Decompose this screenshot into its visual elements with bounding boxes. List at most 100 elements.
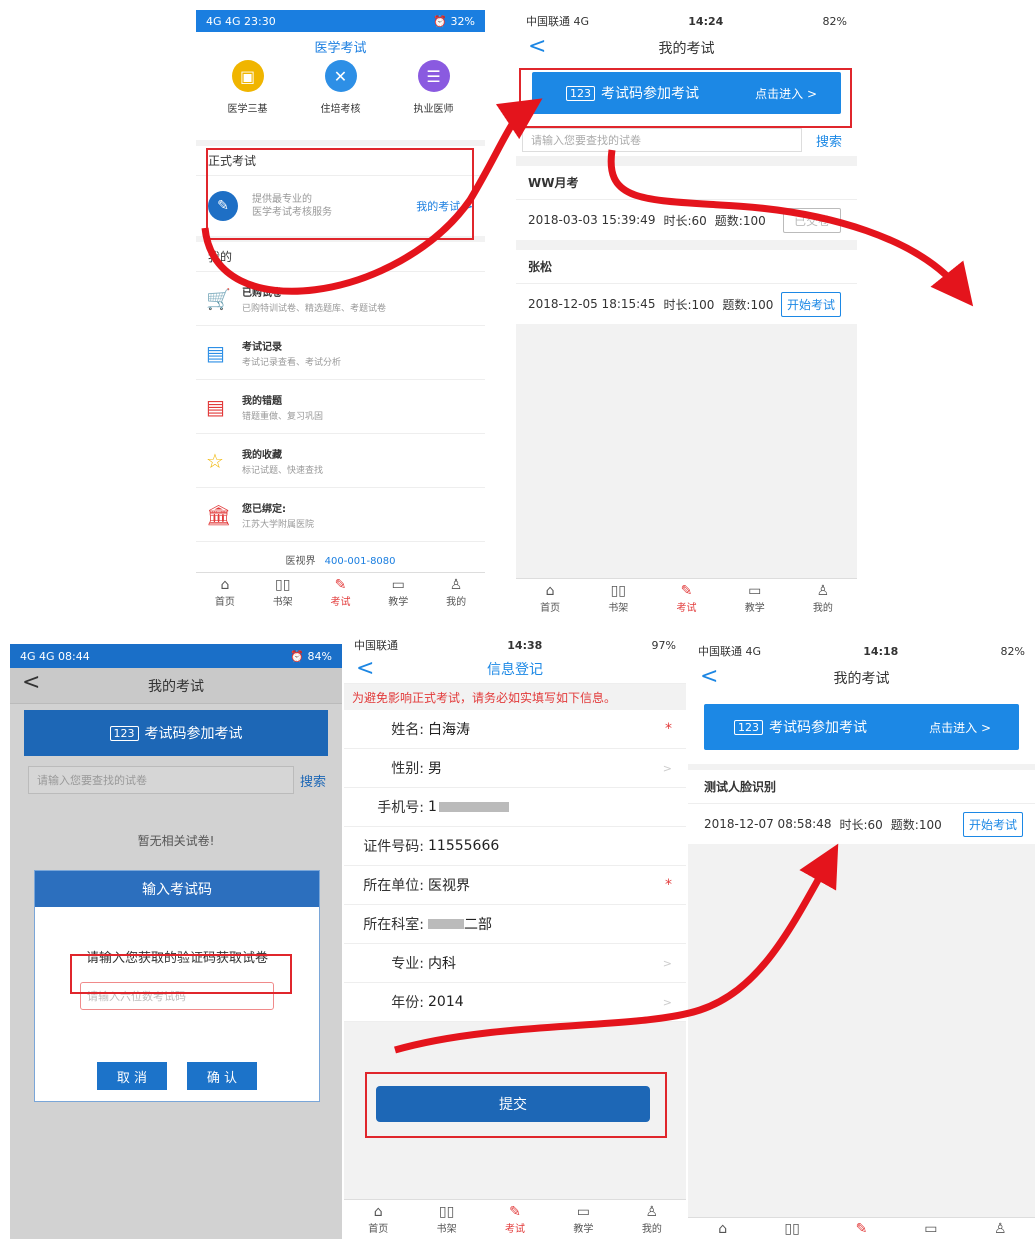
- field-unit[interactable]: 所在单位: 医视界 *: [344, 866, 686, 905]
- empty-message: 暂无相关试卷!: [137, 834, 215, 848]
- tab-shelf[interactable]: ▯▯ 书架: [254, 573, 312, 612]
- tab-mine[interactable]: ♙ 我的: [618, 1200, 686, 1239]
- back-icon[interactable]: <: [700, 664, 718, 689]
- battery: 82%: [822, 14, 847, 28]
- tab-home[interactable]: ⌂ 首页: [344, 1200, 412, 1239]
- exam-date: 2018-12-05 18:15:45: [528, 297, 656, 311]
- field-year[interactable]: 年份: 2014 >: [344, 983, 686, 1022]
- user-icon: ♙: [816, 583, 830, 599]
- exam-name: WW月考: [516, 166, 857, 200]
- form: 姓名: 白海涛 * 性别: 男 > 手机号: 1 证件号码: 11555666 所在单位: 医…: [344, 710, 686, 1022]
- home-icon: ⌂: [220, 577, 230, 593]
- category-sanji[interactable]: ▣ 医学三基: [213, 60, 283, 140]
- nav-bar: < 信息登记: [344, 654, 686, 684]
- tab-teach[interactable]: ▭ 教学: [721, 579, 789, 618]
- code-input[interactable]: 请输入六位数考试码: [80, 982, 274, 1010]
- item-title: 考试记录: [242, 341, 282, 353]
- edit-icon: ✎: [509, 1204, 521, 1220]
- sanji-icon: ▣: [231, 60, 264, 92]
- status-bar: 中国联通 4G 14:18 82%: [688, 640, 1035, 662]
- search-input[interactable]: 请输入您要查找的试卷: [522, 128, 802, 152]
- status-right: ⏰ 84%: [290, 649, 332, 663]
- submit-button[interactable]: 提交: [376, 1086, 650, 1122]
- my-exam-link[interactable]: 我的考试 >: [416, 198, 473, 214]
- status-bar: 中国联通 4G 14:24 82%: [516, 10, 857, 32]
- tab-mine[interactable]: ♙: [966, 1218, 1035, 1239]
- field-gender[interactable]: 性别: 男 >: [344, 749, 686, 788]
- tab-home[interactable]: ⌂ 首页: [516, 579, 584, 618]
- chevron-right-icon: >: [662, 761, 672, 775]
- field-phone[interactable]: 手机号: 1: [344, 788, 686, 827]
- field-value: 1: [428, 799, 437, 815]
- tab-label: 书架: [272, 597, 293, 608]
- category-label: 医学三基: [227, 104, 268, 115]
- chevron-right-icon: >: [662, 956, 672, 970]
- my-exam-entry[interactable]: ✎ 提供最专业的 医学考试考核服务 我的考试 >: [196, 176, 485, 242]
- search-button[interactable]: 搜索: [300, 771, 326, 790]
- tab-mine[interactable]: ♙ 我的: [789, 579, 857, 618]
- exam-duration: 时长:60: [663, 213, 707, 228]
- exam-card: 张松 2018-12-05 18:15:45 时长:100 题数:100 开始考…: [516, 250, 857, 324]
- field-major[interactable]: 专业: 内科 >: [344, 944, 686, 983]
- status-bar: 4G 4G 08:44 ⏰ 84%: [10, 644, 342, 668]
- time: 14:38: [507, 638, 543, 652]
- exam-code-button[interactable]: 123 考试码参加考试: [24, 710, 328, 756]
- tab-shelf[interactable]: ▯▯: [757, 1218, 826, 1239]
- exam-code-button[interactable]: 123 考试码参加考试 点击进入 >: [704, 704, 1019, 750]
- page-title: 我的考试: [833, 671, 890, 687]
- tab-teach[interactable]: ▭ 教学: [549, 1200, 617, 1239]
- tab-teach[interactable]: ▭ 教学: [369, 573, 427, 612]
- back-icon[interactable]: <: [528, 34, 546, 59]
- search-input[interactable]: 请输入您要查找的试卷: [28, 766, 294, 794]
- warning-text: 为避免影响正式考试，请务必如实填写如下信息。: [352, 690, 617, 705]
- list-item-records[interactable]: ▤ 考试记录 考试记录查看、考试分析: [196, 326, 485, 380]
- tab-bar: ⌂ 首页 ▯▯ 书架 ✎ 考试 ▭ 教学 ♙ 我的: [196, 572, 485, 612]
- exam-code-button[interactable]: 123 考试码参加考试 点击进入 >: [532, 72, 841, 114]
- tab-mine[interactable]: ♙ 我的: [427, 573, 485, 612]
- code-area: 123 考试码参加考试 点击进入 >: [516, 64, 857, 124]
- back-icon[interactable]: <: [22, 670, 40, 695]
- time: 14:24: [688, 14, 724, 28]
- exam-date: 2018-03-03 15:39:49: [528, 213, 656, 227]
- code-dialog: 输入考试码 请输入您获取的验证码获取试卷 请输入六位数考试码 取 消 确 认: [34, 870, 320, 1102]
- search-button[interactable]: 搜索: [816, 131, 842, 150]
- back-icon[interactable]: <: [356, 656, 374, 681]
- hotline-number[interactable]: 400-001-8080: [325, 556, 396, 567]
- home-icon: ⌂: [373, 1204, 383, 1220]
- code-btn-label: 考试码参加考试: [769, 720, 867, 736]
- field-name[interactable]: 姓名: 白海涛 *: [344, 710, 686, 749]
- list-item-bound[interactable]: 🏛 您已绑定: 江苏大学附属医院: [196, 488, 485, 542]
- list-item-purchased[interactable]: 🛒 已购试卷 已购特训试卷、精选题库、考题试卷: [196, 272, 485, 326]
- tab-home[interactable]: ⌂: [688, 1218, 757, 1239]
- tab-shelf[interactable]: ▯▯ 书架: [412, 1200, 480, 1239]
- cancel-button[interactable]: 取 消: [97, 1062, 167, 1090]
- start-exam-button[interactable]: 开始考试: [780, 291, 841, 317]
- field-id[interactable]: 证件号码: 11555666: [344, 827, 686, 866]
- tab-home[interactable]: ⌂ 首页: [196, 573, 254, 612]
- item-desc: 考试记录查看、考试分析: [242, 357, 342, 368]
- tab-exam[interactable]: ✎ 考试: [481, 1200, 549, 1239]
- tab-exam[interactable]: ✎ 考试: [312, 573, 370, 612]
- wrong-icon: ▤: [206, 394, 225, 419]
- confirm-button[interactable]: 确 认: [187, 1062, 257, 1090]
- category-zhupei[interactable]: ✕ 住培考核: [306, 60, 376, 140]
- field-label: 性别:: [391, 761, 424, 777]
- edit-icon: ✎: [334, 577, 347, 593]
- list-item-wrong[interactable]: ▤ 我的错题 错题重做、复习巩固: [196, 380, 485, 434]
- list-item-favorites[interactable]: ☆ 我的收藏 标记试题、快速查找: [196, 434, 485, 488]
- tab-teach[interactable]: ▭: [896, 1218, 965, 1239]
- code-area: 123 考试码参加考试: [10, 704, 342, 762]
- exam-name: 张松: [516, 250, 857, 284]
- submitted-badge: 已交卷: [782, 207, 841, 233]
- start-exam-button[interactable]: 开始考试: [962, 811, 1023, 837]
- exam-name: 测试人脸识别: [688, 770, 1035, 804]
- tab-exam[interactable]: ✎ 考试: [652, 579, 720, 618]
- tab-exam[interactable]: ✎: [827, 1218, 896, 1239]
- formal-exam-header: 正式考试: [196, 146, 485, 176]
- screen-my-exam: 中国联通 4G 14:24 82% < 我的考试 123 考试码参加考试 点击进…: [516, 10, 857, 618]
- item-desc: 标记试题、快速查找: [242, 465, 324, 476]
- category-zhiye[interactable]: ☰ 执业医师: [399, 60, 469, 140]
- tab-shelf[interactable]: ▯▯ 书架: [584, 579, 652, 618]
- field-dept[interactable]: 所在科室: 二部: [344, 905, 686, 944]
- exam-duration: 时长:100: [663, 297, 715, 312]
